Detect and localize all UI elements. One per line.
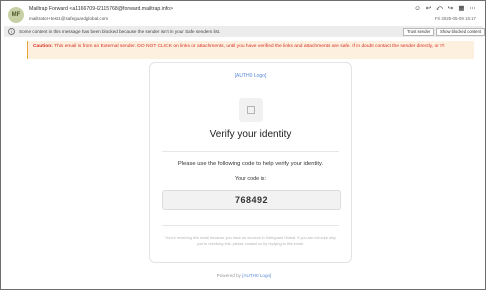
instruction-text: Please use the following code to help ve…	[177, 161, 324, 167]
caution-label: Caution:	[33, 44, 53, 49]
caution-text: This email is from an External sender. D…	[52, 44, 446, 49]
show-blocked-content-button[interactable]: Show blocked content	[436, 27, 485, 36]
reply-all-icon[interactable]: ⤺	[435, 5, 444, 14]
page-title: Verify your identity	[209, 129, 292, 140]
code-label: Your code is:	[235, 176, 266, 182]
avatar: MF	[8, 7, 24, 23]
email-window: MF Mailtrap Forward <a1166709-l2115768@f…	[0, 0, 486, 290]
fine-print: You're receiving this email because you …	[165, 236, 336, 246]
logo-placeholder	[239, 98, 263, 122]
email-card: [AUTH0 Logo] Verify your identity Please…	[149, 62, 352, 263]
image-icon	[247, 106, 255, 114]
blocked-message: Some content in this message has been bl…	[19, 29, 221, 34]
divider	[162, 151, 339, 152]
sender-address[interactable]: Mailtrap Forward <a1166709-l2115768@forw…	[29, 6, 173, 12]
verification-code[interactable]: 768492	[162, 190, 341, 210]
grid-icon[interactable]: ▦	[457, 5, 466, 14]
caution-banner: Caution: This email is from an External …	[27, 41, 474, 59]
reply-icon[interactable]: ↩	[424, 5, 433, 14]
divider	[162, 225, 339, 226]
info-icon: i	[8, 28, 15, 35]
blocked-content-bar: i Some content in this message has been …	[4, 26, 485, 37]
powered-by: Powered by [AUTH0 Logo]	[1, 273, 486, 278]
smile-icon[interactable]: ☺	[413, 5, 422, 14]
powered-by-label: Powered by	[216, 273, 241, 278]
message-date: Fri 2025-05-09 16:17	[434, 16, 476, 21]
forward-icon[interactable]: ↪	[446, 5, 455, 14]
trust-sender-button[interactable]: Trust sender	[403, 27, 435, 36]
auth0-logo-link[interactable]: [AUTH0 Logo]	[150, 73, 351, 79]
recipient-address: mailtrator+test1@safeguardglobal.com	[29, 16, 109, 21]
message-actions: ☺ ↩ ⤺ ↪ ▦ ⋯	[413, 5, 477, 14]
more-icon[interactable]: ⋯	[468, 5, 477, 14]
powered-by-logo-link[interactable]: [AUTH0 Logo]	[242, 273, 271, 278]
